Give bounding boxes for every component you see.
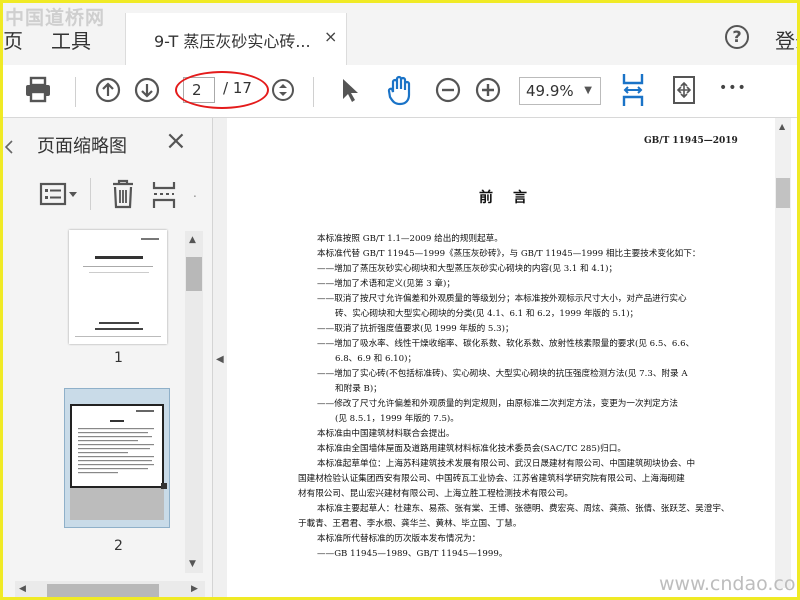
- paragraph-line: ——取消了按尺寸允许偏差和外观质量的等级划分；本标准按外观标示尺寸大小，对产品进…: [317, 294, 687, 304]
- paragraph-line: 6.8、6.9 和 6.10)；: [335, 354, 417, 364]
- toolbar: 2 / 17 49.9% ▼ •••: [3, 65, 797, 118]
- more-dot: .: [193, 186, 197, 200]
- paragraph-line: 材有限公司、昆山宏兴建材有限公司、上海立胜工程检测技术有限公司。: [298, 489, 574, 499]
- thumbnail-horizontal-scrollbar[interactable]: ◀ ▶: [15, 581, 205, 597]
- page-nav-icon[interactable]: [271, 78, 295, 102]
- trash-icon[interactable]: [110, 178, 136, 210]
- thumbnail-1-label: 1: [114, 350, 123, 366]
- scroll-down-icon[interactable]: ▼: [189, 559, 196, 569]
- fit-page-icon[interactable]: [619, 71, 647, 109]
- collapse-panel-icon[interactable]: ◀: [216, 354, 224, 365]
- page-thumbnail-1[interactable]: [69, 230, 167, 344]
- thumbnail-2-offscreen: [70, 488, 164, 520]
- paragraph-line: ——增加了术语和定义(见第 3 章)；: [317, 279, 455, 289]
- paragraph-line: 本标准起草单位：上海苏科建筑技术发展有限公司、武汉日晟建材有限公司、中国建筑砌块…: [317, 459, 696, 469]
- prev-page-icon[interactable]: [95, 77, 121, 103]
- more-icon[interactable]: •••: [719, 80, 747, 96]
- thumbnail-2-preview: [70, 404, 164, 488]
- scroll-right-icon[interactable]: ▶: [191, 584, 198, 594]
- paragraph-line: 本标准由全国墙体屋面及道路用建筑材料标准化技术委员会(SAC/TC 285)归口…: [317, 444, 626, 454]
- resize-handle[interactable]: [161, 483, 167, 489]
- paragraph-line: 国建材检验认证集团西安有限公司、中国砖瓦工业协会、江苏省建筑科学研究院有限公司、…: [298, 474, 685, 484]
- paragraph-line: 于載青、王君君、李水根、龚华兰、黄林、毕立国、丁慧。: [298, 519, 522, 529]
- document-tab-title: 9-T 蒸压灰砂实心砖...: [154, 32, 311, 51]
- standard-number: GB/T 11945—2019: [644, 136, 738, 146]
- scroll-up-icon[interactable]: ▲: [779, 122, 785, 131]
- hand-tool-icon[interactable]: [385, 74, 415, 106]
- scroll-thumb[interactable]: [47, 584, 159, 597]
- paragraph-line: 本标准由中国建筑材料联合会提出。: [317, 429, 455, 439]
- thumbnail-panel: 页面缩略图 × . 1 2 ▲ ▼ ◀ ▶: [3, 118, 213, 597]
- highlight-ellipse: [175, 71, 269, 109]
- thumbnail-vertical-scrollbar[interactable]: ▲ ▼: [185, 231, 203, 573]
- panel-divider: [90, 178, 91, 210]
- thumbnail-options-icon[interactable]: [39, 182, 79, 208]
- paragraph-line: ——增加了吸水率、线性干燥收缩率、碳化系数、软化系数、放射性核素限量的要求(见 …: [317, 339, 695, 349]
- page-thumbnail-2[interactable]: [64, 388, 170, 528]
- thumbnail-2-label: 2: [114, 538, 123, 554]
- zoom-value: 49.9%: [526, 82, 574, 100]
- close-tab-icon[interactable]: ×: [324, 27, 337, 46]
- paragraph-line: 本标准主要起草人：杜建东、易燕、张有棠、王博、张德明、费宏亮、周炫、龚燕、张倩、…: [317, 504, 730, 514]
- scroll-left-icon[interactable]: ◀: [19, 584, 26, 594]
- zoom-dropdown[interactable]: 49.9% ▼: [519, 77, 601, 105]
- document-heading: 前言: [479, 190, 547, 206]
- toolbar-divider: [75, 77, 76, 107]
- extract-pages-icon[interactable]: [151, 180, 177, 210]
- watermark-bottom: www.cndao.com: [659, 573, 800, 595]
- app-window: 页 工具 9-T 蒸压灰砂实心砖... × ? 登录 中国道桥网 2 / 17: [0, 0, 800, 600]
- paragraph-line: ——增加了蒸压灰砂实心砌块和大型蒸压灰砂实心砌块的内容(见 3.1 和 4.1)…: [317, 264, 618, 274]
- chevron-down-icon: ▼: [584, 85, 592, 96]
- paragraph-line: 本标准所代替标准的历次版本发布情况为：: [317, 534, 481, 544]
- scroll-thumb[interactable]: [776, 178, 790, 208]
- paragraph-line: 本标准按照 GB/T 1.1—2009 给出的规则起草。: [317, 234, 503, 244]
- paragraph-line: 砖、实心砌块和大型实心砌块的分类(见 4.1、6.1 和 6.2，1999 年版…: [335, 309, 639, 319]
- next-page-icon[interactable]: [134, 77, 160, 103]
- paragraph-line: ——GB 11945—1989、GB/T 11945—1999。: [317, 549, 508, 559]
- document-scrollbar[interactable]: ▲: [775, 118, 791, 588]
- thumbnail-1-preview: [75, 238, 161, 337]
- panel-collapse-strip[interactable]: ◀: [213, 118, 228, 597]
- select-arrow-icon[interactable]: [339, 77, 361, 105]
- paragraph-line: ——修改了尺寸允许偏差和外观质量的判定规则，由原标准二次判定方法，变更为一次判定…: [317, 399, 678, 409]
- paragraph-line: ——增加了实心砖(不包括标准砖)、实心砌块、大型实心砌块的抗压强度检测方法(见 …: [317, 369, 688, 379]
- login-button[interactable]: 登录: [775, 25, 797, 54]
- watermark-top: 中国道桥网: [5, 7, 106, 29]
- chevron-left-icon[interactable]: [5, 140, 13, 154]
- tab-bar: 页 工具 9-T 蒸压灰砂实心砖... × ? 登录: [3, 3, 797, 66]
- close-panel-icon[interactable]: ×: [165, 126, 187, 156]
- paragraph-line: 本标准代替 GB/T 11945—1999《蒸压灰砂砖》，与 GB/T 1194…: [317, 249, 701, 259]
- toolbar-divider: [313, 77, 314, 107]
- zoom-in-icon[interactable]: [475, 77, 501, 103]
- paragraph-line: 和附录 B)；: [335, 384, 382, 394]
- tab-document[interactable]: 9-T 蒸压灰砂实心砖... ×: [125, 13, 347, 66]
- paragraph-line: ——取消了抗折强度值要求(见 1999 年版的 5.3)；: [317, 324, 514, 334]
- print-icon[interactable]: [23, 75, 53, 105]
- help-icon[interactable]: ?: [725, 25, 749, 49]
- fit-width-icon[interactable]: [671, 75, 697, 105]
- paragraph-line: (见 8.5.1，1999 年版的 7.5)。: [335, 414, 459, 424]
- scroll-thumb[interactable]: [186, 257, 202, 291]
- zoom-out-icon[interactable]: [435, 77, 461, 103]
- panel-title: 页面缩略图: [37, 136, 127, 157]
- scroll-up-icon[interactable]: ▲: [189, 235, 196, 245]
